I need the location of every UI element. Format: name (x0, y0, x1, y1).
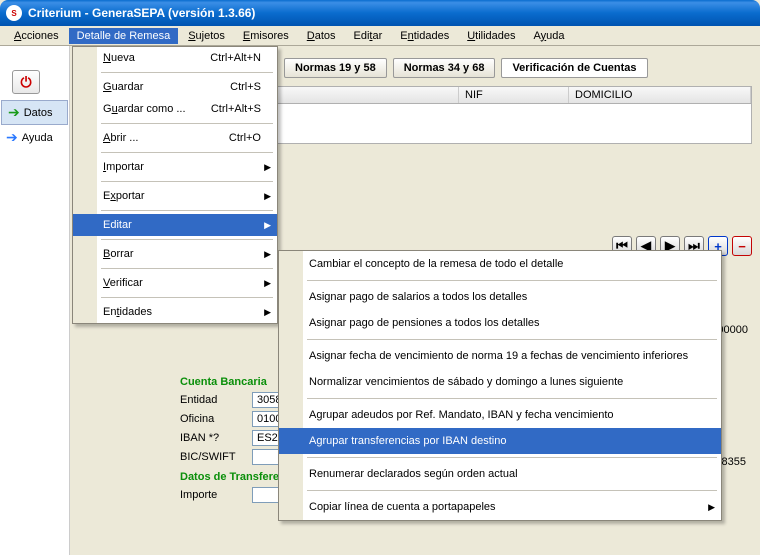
menu-verificar[interactable]: Verificar▶ (73, 272, 277, 294)
tab-normas-19-58[interactable]: Normas 19 y 58 (284, 58, 387, 78)
chevron-right-icon: ▶ (264, 191, 271, 202)
menu-entidades[interactable]: Entidades▶ (73, 301, 277, 323)
menu-utilidades[interactable]: Utilidades (459, 28, 523, 44)
menu-editar-label: Editar (103, 219, 132, 231)
submenu-agrupar-transferencias-iban[interactable]: Agrupar transferencias por IBAN destino (279, 428, 721, 454)
tab-normas-34-68[interactable]: Normas 34 y 68 (393, 58, 496, 78)
submenu-normalizar-venc[interactable]: Normalizar vencimientos de sábado y domi… (279, 369, 721, 395)
menu-editar-top[interactable]: Editar (346, 28, 391, 44)
detalle-remesa-dropdown: NuevaCtrl+Alt+N GuardarCtrl+S Guardar co… (72, 46, 278, 324)
menu-emisores[interactable]: Emisores (235, 28, 297, 44)
menu-ayuda-top[interactable]: Ayuda (526, 28, 573, 44)
nav-ayuda[interactable]: ➔ Ayuda (0, 126, 69, 149)
label-importe: Importe (180, 489, 252, 501)
nav-ayuda-label: Ayuda (22, 132, 53, 144)
submenu-renumerar-declarados[interactable]: Renumerar declarados según orden actual (279, 461, 721, 487)
menu-editar[interactable]: Editar ▶ (73, 214, 277, 236)
left-nav-panel: ⏻ ➔ Datos ➔ Ayuda (0, 46, 70, 555)
label-oficina: Oficina (180, 413, 252, 425)
submenu-asignar-pensiones[interactable]: Asignar pago de pensiones a todos los de… (279, 310, 721, 336)
menubar: Acciones Detalle de Remesa Sujetos Emiso… (0, 26, 760, 46)
menu-nueva[interactable]: NuevaCtrl+Alt+N (73, 47, 277, 69)
nav-datos-label: Datos (24, 107, 53, 119)
submenu-agrupar-adeudos[interactable]: Agrupar adeudos por Ref. Mandato, IBAN y… (279, 402, 721, 428)
menu-importar[interactable]: Importar▶ (73, 156, 277, 178)
col-domicilio[interactable]: DOMICILIO (569, 87, 751, 103)
menu-exportar[interactable]: Exportar▶ (73, 185, 277, 207)
arrow-right-green-icon: ➔ (8, 104, 20, 121)
menu-acciones[interactable]: Acciones (6, 28, 67, 44)
chevron-right-icon: ▶ (264, 307, 271, 318)
power-icon[interactable]: ⏻ (12, 70, 40, 94)
menu-guardar-como[interactable]: Guardar como ...Ctrl+Alt+S (73, 98, 277, 120)
label-bic-swift: BIC/SWIFT (180, 451, 252, 463)
chevron-right-icon: ▶ (708, 502, 715, 513)
menu-abrir[interactable]: Abrir ...Ctrl+O (73, 127, 277, 149)
submenu-cambiar-concepto[interactable]: Cambiar el concepto de la remesa de todo… (279, 251, 721, 277)
chevron-right-icon: ▶ (264, 249, 271, 260)
label-entidad: Entidad (180, 394, 252, 406)
pager-remove-button[interactable]: − (732, 236, 752, 256)
arrow-right-blue-icon: ➔ (6, 129, 18, 146)
menu-guardar[interactable]: GuardarCtrl+S (73, 76, 277, 98)
tab-verificacion-cuentas[interactable]: Verificación de Cuentas (501, 58, 647, 78)
menu-datos[interactable]: Datos (299, 28, 344, 44)
window-title: Criterium - GeneraSEPA (versión 1.3.66) (28, 6, 255, 20)
window-titlebar: S Criterium - GeneraSEPA (versión 1.3.66… (0, 0, 760, 26)
menu-sujetos[interactable]: Sujetos (180, 28, 233, 44)
submenu-asignar-salarios[interactable]: Asignar pago de salarios a todos los det… (279, 284, 721, 310)
nav-datos[interactable]: ➔ Datos (1, 100, 68, 125)
menu-detalle-de-remesa[interactable]: Detalle de Remesa (69, 28, 179, 44)
submenu-copiar-label: Copiar línea de cuenta a portapapeles (309, 501, 496, 513)
menu-entidades-top[interactable]: Entidades (392, 28, 457, 44)
chevron-right-icon: ▶ (264, 162, 271, 173)
chevron-right-icon: ▶ (264, 220, 271, 231)
app-icon: S (6, 5, 22, 21)
editar-submenu: Cambiar el concepto de la remesa de todo… (278, 250, 722, 521)
col-nif[interactable]: NIF (459, 87, 569, 103)
label-iban: IBAN *? (180, 432, 252, 444)
submenu-asignar-fecha-venc[interactable]: Asignar fecha de vencimiento de norma 19… (279, 343, 721, 369)
submenu-copiar-linea-cuenta[interactable]: Copiar línea de cuenta a portapapeles ▶ (279, 494, 721, 520)
menu-borrar[interactable]: Borrar▶ (73, 243, 277, 265)
chevron-right-icon: ▶ (264, 278, 271, 289)
